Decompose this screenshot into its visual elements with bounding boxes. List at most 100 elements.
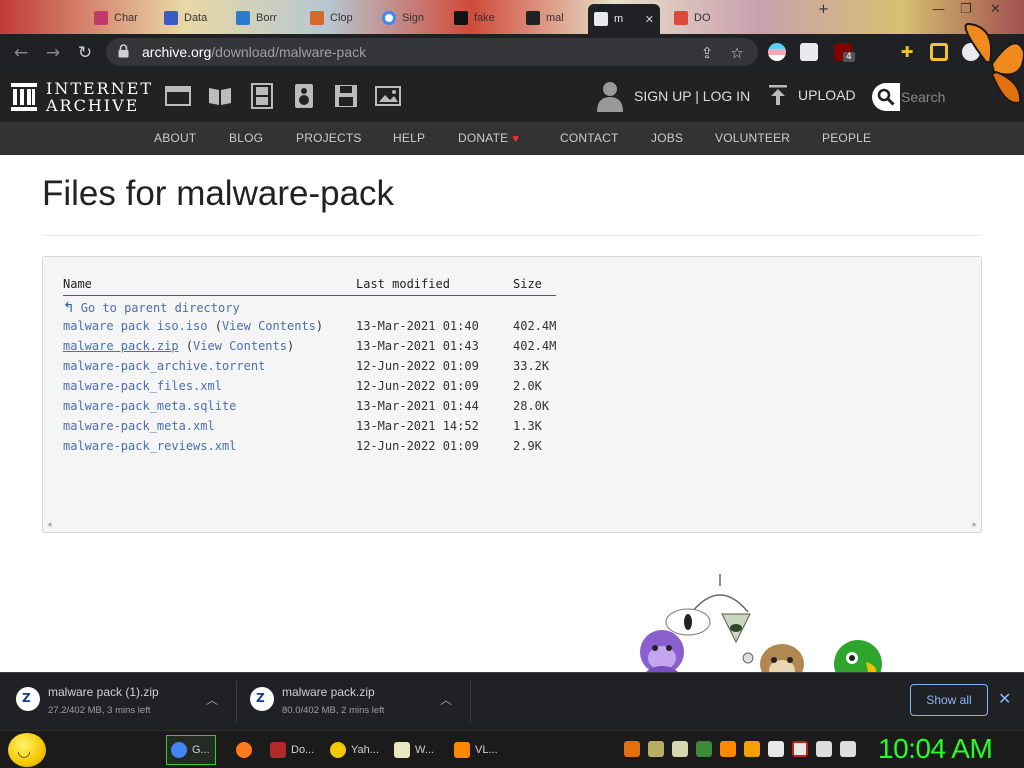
nav-people[interactable]: PEOPLE <box>822 131 871 145</box>
upload-label: UPLOAD <box>798 87 856 103</box>
nav-projects[interactable]: PROJECTS <box>296 131 362 145</box>
scroll-left-icon[interactable]: ◂ <box>47 520 52 530</box>
tab-favicon <box>164 11 178 25</box>
file-link[interactable]: malware-pack_meta.sqlite <box>63 399 236 413</box>
start-button-smiley-icon[interactable]: ◡ <box>8 733 46 767</box>
forward-icon[interactable]: → <box>42 42 64 64</box>
nav-help[interactable]: HELP <box>393 131 425 145</box>
task-firefox[interactable] <box>232 735 260 765</box>
column-header-name[interactable]: Name <box>63 277 356 296</box>
horizontal-scrollbar[interactable]: ◂ ▸ <box>43 518 981 532</box>
close-shelf-icon[interactable]: ✕ <box>998 689 1011 708</box>
sidepanel-icon[interactable] <box>930 43 948 61</box>
tab-active[interactable]: m ✕ <box>588 4 660 34</box>
extension-icon[interactable] <box>800 43 818 61</box>
new-tab-button[interactable]: + <box>818 2 829 17</box>
tab-2[interactable]: Borr <box>230 6 294 30</box>
pride-extension-icon[interactable] <box>768 43 786 61</box>
tab-label: m <box>614 13 624 25</box>
google-icon <box>382 11 396 25</box>
signup-login-link[interactable]: SIGN UP | LOG IN <box>634 88 750 104</box>
address-bar[interactable]: archive.org/download/malware-pack ⇪ ☆ <box>106 38 758 66</box>
maximize-button[interactable]: ❐ <box>960 2 972 17</box>
tray-icon[interactable] <box>696 741 712 757</box>
web-icon[interactable] <box>165 83 191 109</box>
file-size: 402.4M <box>513 318 557 333</box>
tab-3[interactable]: Clop <box>304 6 368 30</box>
butterfly-tray-icon[interactable] <box>624 741 640 757</box>
images-icon[interactable] <box>375 83 401 109</box>
file-link[interactable]: malware pack.zip <box>63 339 179 353</box>
vlc-tray-icon[interactable] <box>720 741 736 757</box>
tray-icon[interactable] <box>648 741 664 757</box>
minimize-button[interactable]: — <box>932 2 945 17</box>
column-header-size[interactable]: Size <box>513 277 557 296</box>
search-icon[interactable] <box>872 83 900 111</box>
chevron-up-icon[interactable]: ︿ <box>206 691 218 708</box>
tab-1[interactable]: Data <box>158 6 222 30</box>
smiley-face: ◡ <box>17 741 31 760</box>
show-all-button[interactable]: Show all <box>910 684 988 716</box>
tray-icon[interactable] <box>768 741 784 757</box>
search-tray-icon[interactable] <box>744 741 760 757</box>
bookmark-star-icon[interactable]: ☆ <box>728 44 746 62</box>
view-contents-link[interactable]: View Contents <box>193 339 287 353</box>
video-film-icon[interactable] <box>249 83 275 109</box>
file-link[interactable]: malware-pack_reviews.xml <box>63 439 236 453</box>
tab-8[interactable]: DO <box>668 6 738 30</box>
ia-logo[interactable]: INTERNET ARCHIVE <box>10 80 153 114</box>
ia-sub-nav: ABOUT BLOG PROJECTS HELP DONATE ♥ CONTACT… <box>0 122 1024 155</box>
nav-jobs[interactable]: JOBS <box>651 131 683 145</box>
chevron-up-icon[interactable]: ︿ <box>440 691 452 708</box>
tab-6[interactable]: mal <box>520 6 582 30</box>
tray-icon[interactable] <box>672 741 688 757</box>
zip-file-icon <box>250 687 274 711</box>
parent-link-text: Go to parent directory <box>80 300 240 315</box>
taskbar-clock[interactable]: 10:04 AM <box>878 733 993 765</box>
ublock-icon[interactable]: 4 <box>834 43 855 62</box>
tab-0[interactable]: Char <box>88 6 148 30</box>
file-link[interactable]: malware-pack_files.xml <box>63 379 222 393</box>
task-document[interactable]: Do... <box>266 735 320 765</box>
task-winamp[interactable]: W... <box>390 735 442 765</box>
task-chrome[interactable]: G... <box>166 735 216 765</box>
task-yahoo[interactable]: Yah... <box>326 735 384 765</box>
user-icon <box>597 82 623 112</box>
task-vlc[interactable]: VL... <box>450 735 508 765</box>
download-item[interactable]: malware pack (1).zip 27.2/402 MB, 3 mins… <box>16 681 228 723</box>
file-name-cell: malware-pack_reviews.xml <box>63 436 356 456</box>
volume-icon[interactable] <box>840 741 856 757</box>
audio-speaker-icon[interactable] <box>291 83 317 109</box>
share-icon[interactable]: ⇪ <box>698 44 716 62</box>
tab-label: Char <box>114 12 138 24</box>
file-link[interactable]: malware pack iso.iso <box>63 319 208 333</box>
tab-5[interactable]: fake <box>448 6 514 30</box>
parent-directory-link[interactable]: ↰ Go to parent directory <box>63 300 240 316</box>
nav-contact[interactable]: CONTACT <box>560 131 619 145</box>
reload-icon[interactable]: ↻ <box>74 42 96 64</box>
tray-icon[interactable] <box>792 741 808 757</box>
back-icon[interactable]: ← <box>10 42 32 64</box>
software-floppy-icon[interactable] <box>333 83 359 109</box>
tab-close-icon[interactable]: ✕ <box>645 13 654 26</box>
user-menu[interactable]: SIGN UP | LOG IN <box>596 80 750 112</box>
nav-about[interactable]: ABOUT <box>154 131 196 145</box>
puzzle-icon[interactable]: ✚ <box>898 43 916 61</box>
scroll-right-icon[interactable]: ▸ <box>972 520 977 530</box>
column-header-modified[interactable]: Last modified <box>356 277 513 296</box>
nav-donate[interactable]: DONATE ♥ <box>458 131 519 145</box>
upload-button[interactable]: UPLOAD <box>768 84 856 106</box>
view-contents-link[interactable]: View Contents <box>222 319 316 333</box>
nav-blog[interactable]: BLOG <box>229 131 263 145</box>
nav-volunteer[interactable]: VOLUNTEER <box>715 131 790 145</box>
tab-4[interactable]: Sign <box>376 6 442 30</box>
close-window-button[interactable]: ✕ <box>990 2 1001 17</box>
file-link[interactable]: malware-pack_archive.torrent <box>63 359 265 373</box>
task-label: VL... <box>475 744 498 756</box>
network-icon[interactable] <box>816 741 832 757</box>
file-link[interactable]: malware-pack_meta.xml <box>63 419 215 433</box>
download-item[interactable]: malware pack.zip 80.0/402 MB, 2 mins lef… <box>250 681 462 723</box>
vlc-icon <box>454 742 470 758</box>
table-row: malware-pack_meta.sqlite 13-Mar-2021 01:… <box>63 396 556 416</box>
texts-book-icon[interactable] <box>207 83 233 109</box>
